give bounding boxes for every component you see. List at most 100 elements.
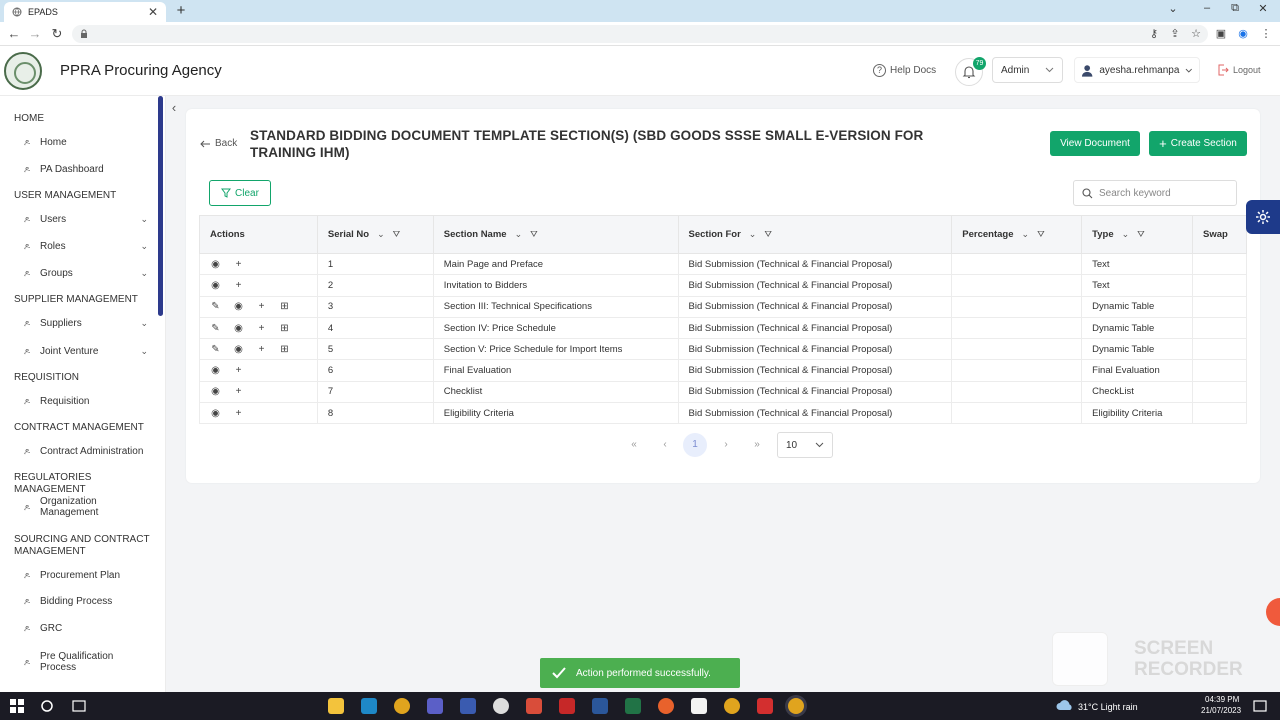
sidebar-item-pre-qualification[interactable]: ዶ Pre Qualification Process <box>24 651 124 673</box>
grid-table-icon[interactable]: ⊞ <box>279 323 290 334</box>
grid-table-icon[interactable]: ⊞ <box>279 344 290 355</box>
plus-icon[interactable]: + <box>233 365 244 376</box>
role-select[interactable]: Admin <box>992 57 1063 83</box>
browser-tab[interactable]: EPADS ✕ <box>4 2 166 22</box>
sort-chevron-icon[interactable]: ⌄ <box>1022 229 1030 240</box>
share-icon[interactable]: ⇪ <box>1167 26 1183 42</box>
sidebar-item-organization-management[interactable]: ዶ Organization Management <box>24 496 114 518</box>
plus-icon[interactable]: + <box>256 344 267 355</box>
new-tab-button[interactable]: + <box>172 2 190 19</box>
eye-icon[interactable]: ◉ <box>210 280 221 291</box>
task-view-icon[interactable] <box>72 699 86 713</box>
col-type[interactable]: Type ⌄ ⛛ <box>1081 215 1194 254</box>
sort-chevron-icon[interactable]: ⌄ <box>1122 229 1130 240</box>
eye-icon[interactable]: ◉ <box>210 259 221 270</box>
search-input[interactable] <box>1099 187 1219 199</box>
view-document-button[interactable]: View Document <box>1050 131 1140 156</box>
col-serial-no[interactable]: Serial No ⌄ ⛛ <box>316 215 434 254</box>
plus-icon[interactable]: + <box>233 280 244 291</box>
col-percentage[interactable]: Percentage ⌄ ⛛ <box>951 215 1083 254</box>
plus-icon[interactable]: + <box>256 301 267 312</box>
sidebar-toggle-icon[interactable]: ▣ <box>1213 26 1229 42</box>
next-page-button[interactable]: › <box>714 433 738 457</box>
forward-arrow-icon[interactable]: → <box>27 26 43 42</box>
sort-chevron-icon[interactable]: ⌄ <box>749 229 757 240</box>
sidebar-item-grc[interactable]: ዶ GRC <box>24 623 148 634</box>
tab-close-icon[interactable]: ✕ <box>148 5 158 19</box>
eye-icon[interactable]: ◉ <box>210 386 221 397</box>
plus-icon[interactable]: + <box>256 323 267 334</box>
pencil-icon[interactable]: ✎ <box>210 344 221 355</box>
sidebar-scrollbar[interactable] <box>158 96 163 316</box>
swap-cell[interactable] <box>1192 252 1247 276</box>
filter-icon[interactable]: ⛛ <box>1037 229 1045 240</box>
swap-cell[interactable] <box>1192 316 1247 340</box>
swap-cell[interactable] <box>1192 295 1247 318</box>
col-section-name[interactable]: Section Name ⌄ ⛛ <box>432 215 679 254</box>
close-window-button[interactable]: ✕ <box>1252 2 1274 15</box>
page-size-select[interactable]: 10 <box>777 432 833 458</box>
clock-time[interactable]: 04:39 PM <box>1205 695 1239 704</box>
create-section-button[interactable]: + Create Section <box>1149 131 1247 156</box>
app-icon[interactable] <box>526 698 542 714</box>
first-page-button[interactable]: « <box>622 433 646 457</box>
search-field[interactable] <box>1073 180 1237 206</box>
eye-icon[interactable]: ◉ <box>233 344 244 355</box>
sidebar-item-pa-dashboard[interactable]: ዶ PA Dashboard <box>24 164 148 175</box>
app-icon[interactable] <box>493 698 509 714</box>
sidebar-item-contract-administration[interactable]: ዶ Contract Administration <box>24 446 148 457</box>
chrome-icon[interactable] <box>724 698 740 714</box>
teams-icon[interactable] <box>427 698 443 714</box>
clear-filter-button[interactable]: Clear <box>209 180 271 206</box>
app-icon[interactable] <box>691 698 707 714</box>
swap-cell[interactable] <box>1192 338 1247 361</box>
bookmark-star-icon[interactable]: ☆ <box>1188 26 1204 42</box>
sort-chevron-icon[interactable]: ⌄ <box>515 229 523 240</box>
reload-icon[interactable]: ↻ <box>49 26 65 42</box>
swap-cell[interactable] <box>1192 359 1247 382</box>
firefox-icon[interactable] <box>658 698 674 714</box>
sidebar-item-bidding-process[interactable]: ዶ Bidding Process <box>24 596 148 607</box>
eye-icon[interactable]: ◉ <box>210 365 221 376</box>
pencil-icon[interactable]: ✎ <box>210 323 221 334</box>
help-docs-link[interactable]: ? Help Docs <box>873 64 936 77</box>
sidebar-item-groups[interactable]: ዶ Groups ⌄ <box>24 268 148 279</box>
word-icon[interactable] <box>592 698 608 714</box>
swap-cell[interactable] <box>1192 380 1247 404</box>
plus-icon[interactable]: + <box>233 259 244 270</box>
sidebar-item-users[interactable]: ዶ Users ⌄ <box>24 214 148 225</box>
windows-start-icon[interactable] <box>10 699 24 713</box>
maximize-button[interactable]: ⧉ <box>1224 2 1246 15</box>
tab-search-icon[interactable]: ⌄ <box>1162 2 1184 15</box>
sidebar-item-procurement-plan[interactable]: ዶ Procurement Plan <box>24 570 148 581</box>
recorder-widget[interactable] <box>1266 598 1280 626</box>
logout-button[interactable]: Logout <box>1217 64 1261 76</box>
sidebar-collapse-chevron-icon[interactable]: ‹ <box>167 100 181 116</box>
plus-icon[interactable]: + <box>233 408 244 419</box>
back-link[interactable]: Back <box>200 138 237 149</box>
back-arrow-icon[interactable]: ← <box>6 26 22 42</box>
pencil-icon[interactable]: ✎ <box>210 301 221 312</box>
notification-center-icon[interactable] <box>1253 699 1267 713</box>
eye-icon[interactable]: ◉ <box>233 301 244 312</box>
browser-menu-icon[interactable]: ⋮ <box>1258 26 1274 42</box>
sidebar-item-suppliers[interactable]: ዶ Suppliers ⌄ <box>24 318 148 329</box>
sidebar-item-joint-venture[interactable]: ዶ Joint Venture ⌄ <box>24 346 148 357</box>
filter-icon[interactable]: ⛛ <box>530 229 538 240</box>
chrome-icon[interactable] <box>788 698 804 714</box>
filter-icon[interactable]: ⛛ <box>1137 229 1145 240</box>
profile-icon[interactable]: ◉ <box>1235 26 1251 42</box>
eye-icon[interactable]: ◉ <box>210 408 221 419</box>
last-page-button[interactable]: » <box>745 433 769 457</box>
plus-icon[interactable]: + <box>233 386 244 397</box>
page-button-current[interactable]: 1 <box>683 433 707 457</box>
app-icon[interactable] <box>460 698 476 714</box>
app-icon[interactable] <box>757 698 773 714</box>
excel-icon[interactable] <box>625 698 641 714</box>
sidebar-item-home[interactable]: ዶ Home <box>24 137 148 148</box>
prev-page-button[interactable]: ‹ <box>653 433 677 457</box>
filter-icon[interactable]: ⛛ <box>764 229 772 240</box>
sidebar-item-roles[interactable]: ዶ Roles ⌄ <box>24 241 148 252</box>
swap-cell[interactable] <box>1192 402 1247 425</box>
filter-icon[interactable]: ⛛ <box>393 229 401 240</box>
